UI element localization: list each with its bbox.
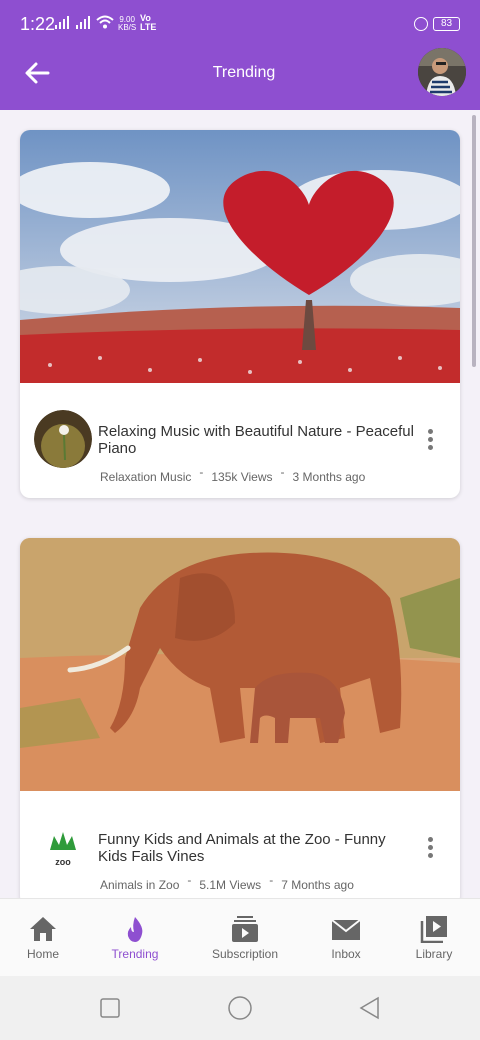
signal-icon-2 [76, 16, 90, 29]
status-time: 1:22 [20, 14, 56, 34]
wifi-icon [96, 15, 114, 29]
flower-avatar[interactable] [34, 410, 92, 468]
more-options-icon[interactable] [424, 837, 436, 863]
nav-label: Inbox [331, 947, 361, 961]
signal-icon [55, 16, 69, 29]
rotation-lock-icon [414, 17, 428, 31]
battery-indicator: 83 [433, 17, 460, 31]
page-title: Trending [212, 64, 276, 81]
video-subtitle: Relaxation Music -135k Views -3 Months ago [100, 465, 366, 484]
mail-icon [331, 919, 361, 940]
nav-label: Library [415, 947, 453, 961]
back-triangle-icon[interactable] [358, 996, 382, 1020]
video-meta: Relaxing Music with Beautiful Nature - P… [20, 383, 460, 498]
user-avatar[interactable] [418, 48, 466, 96]
nav-label: Trending [111, 947, 159, 961]
channel-name[interactable]: Animals in Zoo [100, 878, 179, 892]
nav-subscription[interactable]: Subscription [197, 899, 293, 977]
app-header: 1:22 9.00 KB/S Vo LTE 83 Trending [0, 0, 480, 110]
home-icon [30, 917, 56, 941]
avatar-image [418, 48, 466, 96]
zoo-logo[interactable]: zoo [34, 818, 92, 876]
video-card[interactable]: Relaxing Music with Beautiful Nature - P… [20, 130, 460, 498]
heart-tree-thumbnail[interactable] [20, 130, 460, 383]
bottom-navigation: Home Trending Subscription Inbox Library [0, 898, 480, 976]
scrollbar[interactable] [472, 115, 476, 367]
nav-library[interactable]: Library [386, 899, 480, 977]
view-count: 135k Views [211, 470, 273, 484]
video-meta: zoo Funny Kids and Animals at the Zoo - … [20, 791, 460, 906]
library-icon [420, 916, 447, 943]
status-bar: 1:22 9.00 KB/S Vo LTE 83 [0, 0, 480, 48]
upload-age: 3 Months ago [292, 470, 366, 484]
nav-trending[interactable]: Trending [87, 899, 183, 977]
channel-name[interactable]: Relaxation Music [100, 470, 191, 484]
system-navigation-bar [0, 976, 480, 1040]
nav-label: Subscription [211, 947, 279, 961]
video-title[interactable]: Relaxing Music with Beautiful Nature - P… [98, 423, 418, 457]
video-subtitle: Animals in Zoo -5.1M Views -7 Months ago [100, 873, 354, 892]
more-options-icon[interactable] [424, 429, 436, 455]
home-circle-icon[interactable] [228, 996, 252, 1020]
nav-label: Home [26, 947, 59, 961]
video-title[interactable]: Funny Kids and Animals at the Zoo - Funn… [98, 831, 418, 865]
elephants-thumbnail[interactable] [20, 538, 460, 791]
subscription-icon [232, 916, 258, 942]
nav-home[interactable]: Home [0, 899, 91, 977]
svg-text:zoo: zoo [55, 857, 71, 867]
recent-apps-icon[interactable] [100, 998, 120, 1018]
net-speed: 9.00 KB/S [118, 15, 137, 32]
upload-age: 7 Months ago [281, 878, 354, 892]
volte-indicator: Vo LTE [140, 13, 157, 32]
nav-inbox[interactable]: Inbox [298, 899, 394, 977]
flame-icon [127, 917, 143, 942]
view-count: 5.1M Views [199, 878, 262, 892]
video-card[interactable]: zoo Funny Kids and Animals at the Zoo - … [20, 538, 460, 906]
